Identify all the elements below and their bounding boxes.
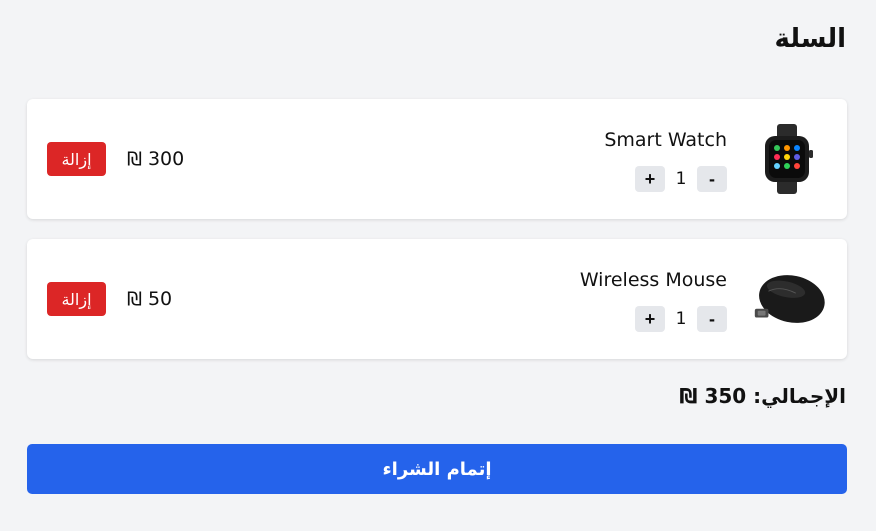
- item-price: 300 ₪: [127, 148, 185, 170]
- cart-total: الإجمالي: 350 ₪: [679, 384, 846, 408]
- page-title: السلة: [774, 24, 846, 54]
- smartwatch-image: [747, 119, 827, 199]
- wireless-mouse-image: [747, 259, 827, 339]
- checkout-button[interactable]: إتمام الشراء: [27, 444, 847, 494]
- decrement-button[interactable]: -: [697, 306, 727, 332]
- quantity-stepper: + 1 -: [635, 306, 727, 332]
- item-name: Wireless Mouse: [579, 269, 727, 291]
- decrement-button[interactable]: -: [697, 166, 727, 192]
- remove-button[interactable]: إزالة: [47, 282, 106, 316]
- quantity-value: 1: [675, 169, 687, 189]
- cart-item: Smart Watch + 1 - 300 ₪ إزالة: [27, 99, 847, 219]
- cart-page: السلة Smart Watch + 1 - 300 ₪ إزالة Wire…: [0, 0, 876, 531]
- item-name: Smart Watch: [604, 129, 727, 151]
- quantity-stepper: + 1 -: [635, 166, 727, 192]
- remove-button[interactable]: إزالة: [47, 142, 106, 176]
- increment-button[interactable]: +: [635, 306, 665, 332]
- item-price: 50 ₪: [127, 288, 173, 310]
- cart-item: Wireless Mouse + 1 - 50 ₪ إزالة: [27, 239, 847, 359]
- quantity-value: 1: [675, 309, 687, 329]
- increment-button[interactable]: +: [635, 166, 665, 192]
